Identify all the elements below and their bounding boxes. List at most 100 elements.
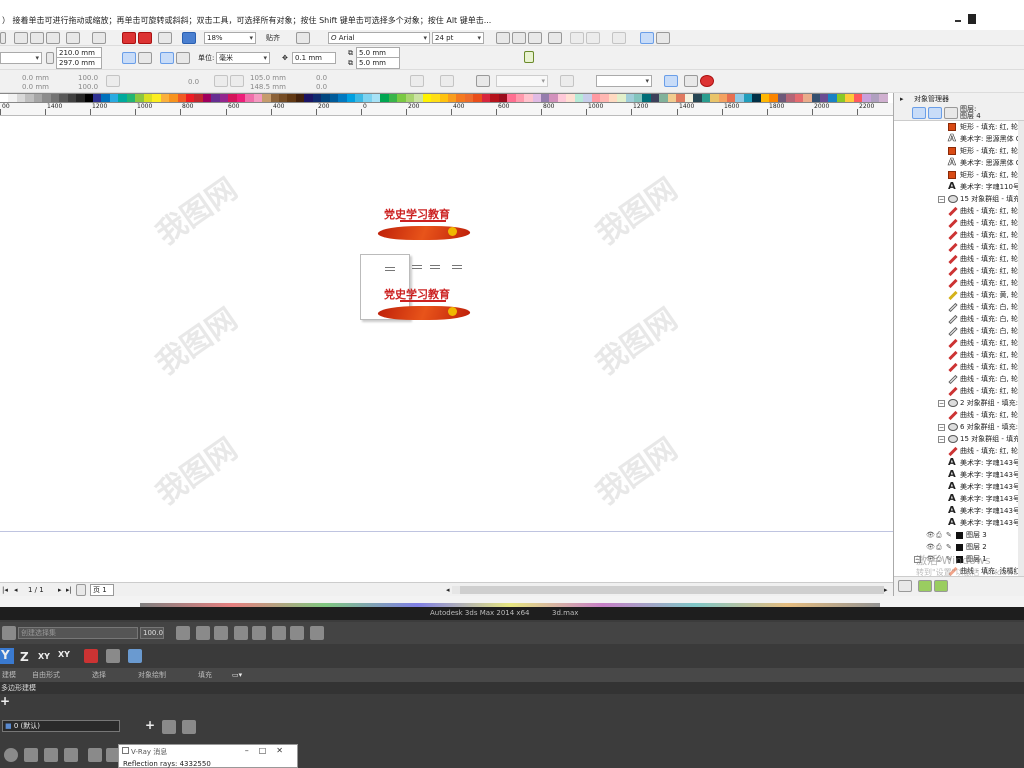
page-icon[interactable] bbox=[524, 51, 534, 63]
palette-swatch[interactable] bbox=[287, 94, 296, 102]
percent-field[interactable]: 100.0 bbox=[140, 627, 164, 639]
collapse-icon[interactable]: ▸ bbox=[900, 93, 904, 105]
nudge-distance-field[interactable]: 0.1 mm bbox=[292, 52, 336, 64]
export-icon[interactable] bbox=[138, 32, 152, 44]
text-properties-icon[interactable] bbox=[612, 32, 626, 44]
object-tree-row[interactable]: A 美术字: 字魂143号 bbox=[894, 469, 1024, 481]
palette-swatch[interactable] bbox=[118, 94, 127, 102]
object-tree-row[interactable]: 曲线 - 填充: 红, 轮廓 bbox=[894, 337, 1024, 349]
ribbon-options-icon[interactable]: ▭▾ bbox=[232, 668, 242, 682]
add-to-layer-icon[interactable] bbox=[162, 720, 176, 734]
object-tree-row[interactable]: 曲线 - 填充: 红, 轮廓 bbox=[894, 205, 1024, 217]
palette-swatch[interactable] bbox=[59, 94, 68, 102]
mirror-h-icon[interactable] bbox=[214, 75, 228, 87]
palette-swatch[interactable] bbox=[693, 94, 702, 102]
select-hand-icon[interactable] bbox=[664, 75, 678, 87]
print-icon[interactable]: ⎙ bbox=[936, 532, 942, 539]
redo-icon[interactable] bbox=[92, 32, 106, 44]
palette-swatch[interactable] bbox=[473, 94, 482, 102]
object-tree-row[interactable]: A 美术字: 字魂143号 bbox=[894, 517, 1024, 529]
palette-swatch[interactable] bbox=[92, 94, 102, 102]
palette-swatch[interactable] bbox=[262, 94, 271, 102]
palette-swatch[interactable] bbox=[126, 94, 136, 102]
align-camera-icon[interactable] bbox=[214, 626, 228, 640]
palette-swatch[interactable] bbox=[253, 94, 263, 102]
object-tree-row[interactable]: − 15 对象群组 - 填充: bbox=[894, 433, 1024, 445]
object-tree-row[interactable]: 曲线 - 填充: 红, 轮廓 bbox=[894, 445, 1024, 457]
palette-swatch[interactable] bbox=[414, 94, 423, 102]
tab-modeling[interactable]: 建模 bbox=[2, 668, 16, 682]
palette-swatch[interactable] bbox=[236, 94, 246, 102]
palette-swatch[interactable] bbox=[718, 94, 727, 102]
object-tree-row[interactable]: 曲线 - 填充: 白, 轮廓 bbox=[894, 313, 1024, 325]
wrap-icon[interactable] bbox=[410, 75, 424, 87]
teapot-icon[interactable] bbox=[44, 748, 58, 762]
color-wheel-icon[interactable] bbox=[700, 75, 714, 87]
palette-swatch[interactable] bbox=[228, 94, 237, 102]
zoom-objects-icon[interactable] bbox=[898, 580, 912, 592]
palette-swatch[interactable] bbox=[583, 94, 592, 102]
object-tree-row[interactable]: 曲线 - 填充: 红, 轮廓 bbox=[894, 361, 1024, 373]
units-select[interactable]: 毫米 bbox=[216, 52, 270, 64]
palette-swatch[interactable] bbox=[633, 94, 643, 102]
palette-swatch[interactable] bbox=[862, 94, 871, 102]
palette-swatch[interactable] bbox=[211, 94, 220, 102]
bold-icon[interactable] bbox=[496, 32, 510, 44]
horizontal-text-icon[interactable] bbox=[640, 32, 654, 44]
object-tree-row[interactable]: 矩形 - 填充: 红, 轮廓 bbox=[894, 169, 1024, 181]
landscape-icon[interactable] bbox=[138, 52, 152, 64]
palette-swatch[interactable] bbox=[819, 94, 829, 102]
palette-swatch[interactable] bbox=[84, 94, 93, 102]
axis-xy-label[interactable]: XY bbox=[38, 652, 50, 661]
portrait-icon[interactable] bbox=[122, 52, 136, 64]
clone-align-icon[interactable] bbox=[272, 626, 286, 640]
select-in-layer-icon[interactable] bbox=[182, 720, 196, 734]
object-tree-row[interactable]: 曲线 - 填充: 红, 轮廓 bbox=[894, 217, 1024, 229]
palette-swatch[interactable] bbox=[667, 94, 677, 102]
palette-swatch[interactable] bbox=[109, 94, 119, 102]
object-tree-row[interactable]: 曲线 - 填充: 白, 轮廓 bbox=[894, 373, 1024, 385]
cut-icon[interactable] bbox=[14, 32, 28, 44]
palette-swatch[interactable] bbox=[498, 94, 508, 102]
artwork-banner-top[interactable]: 党史学习教育 bbox=[375, 205, 473, 245]
drawing-canvas[interactable]: 我图网 我图网 我图网 我图网 我图网 我图网 党史学习教育 党史学习教育 bbox=[0, 117, 893, 582]
palette-swatch[interactable] bbox=[515, 94, 525, 102]
palette-swatch[interactable] bbox=[405, 94, 415, 102]
palette-swatch[interactable] bbox=[743, 94, 753, 102]
palette-swatch[interactable] bbox=[143, 94, 153, 102]
prev-page-icon[interactable]: ◂ bbox=[14, 584, 18, 596]
object-tree-row[interactable]: 曲线 - 填充: 红, 轮廓 bbox=[894, 385, 1024, 397]
palette-swatch[interactable] bbox=[481, 94, 491, 102]
palette-swatch[interactable] bbox=[202, 94, 212, 102]
palette-swatch[interactable] bbox=[338, 94, 347, 102]
palette-swatch[interactable] bbox=[321, 94, 330, 102]
palette-swatch[interactable] bbox=[608, 94, 618, 102]
palette-swatch[interactable] bbox=[617, 94, 626, 102]
palette-swatch[interactable] bbox=[600, 94, 609, 102]
tab-populate[interactable]: 填充 bbox=[198, 668, 212, 682]
palette-swatch[interactable] bbox=[177, 94, 186, 102]
edit-icon[interactable]: ✎ bbox=[946, 532, 952, 539]
object-tree-row[interactable]: − 2 对象群组 - 填充: 白 bbox=[894, 397, 1024, 409]
palette-swatch[interactable] bbox=[676, 94, 685, 102]
to-front-icon[interactable] bbox=[440, 75, 454, 87]
layer-select[interactable]: ■ 0 (默认) bbox=[2, 720, 120, 732]
object-tree-row[interactable]: A 美术字: 字魂143号 bbox=[894, 481, 1024, 493]
visibility-icon[interactable]: 👁 bbox=[926, 532, 935, 539]
vertical-text-icon[interactable] bbox=[656, 32, 670, 44]
palette-swatch[interactable] bbox=[33, 94, 43, 102]
palette-swatch[interactable] bbox=[803, 94, 812, 102]
outline-width-select[interactable] bbox=[496, 75, 548, 87]
axis-xy-alt-label[interactable]: XY bbox=[58, 650, 70, 659]
edit-across-layers-icon[interactable] bbox=[928, 107, 942, 119]
palette-swatch[interactable] bbox=[25, 94, 34, 102]
align-text-icon[interactable] bbox=[548, 32, 562, 44]
font-family-select[interactable]: O Arial bbox=[328, 32, 430, 44]
new-master-layer-icon[interactable] bbox=[934, 580, 948, 592]
expand-toggle-icon[interactable]: − bbox=[938, 196, 945, 203]
sphere-icon[interactable] bbox=[4, 748, 18, 762]
new-icon[interactable] bbox=[0, 32, 6, 44]
docker-vertical-scrollbar[interactable] bbox=[1018, 121, 1024, 576]
palette-swatch[interactable] bbox=[532, 94, 541, 102]
visibility-icon[interactable]: 👁 bbox=[926, 544, 935, 551]
